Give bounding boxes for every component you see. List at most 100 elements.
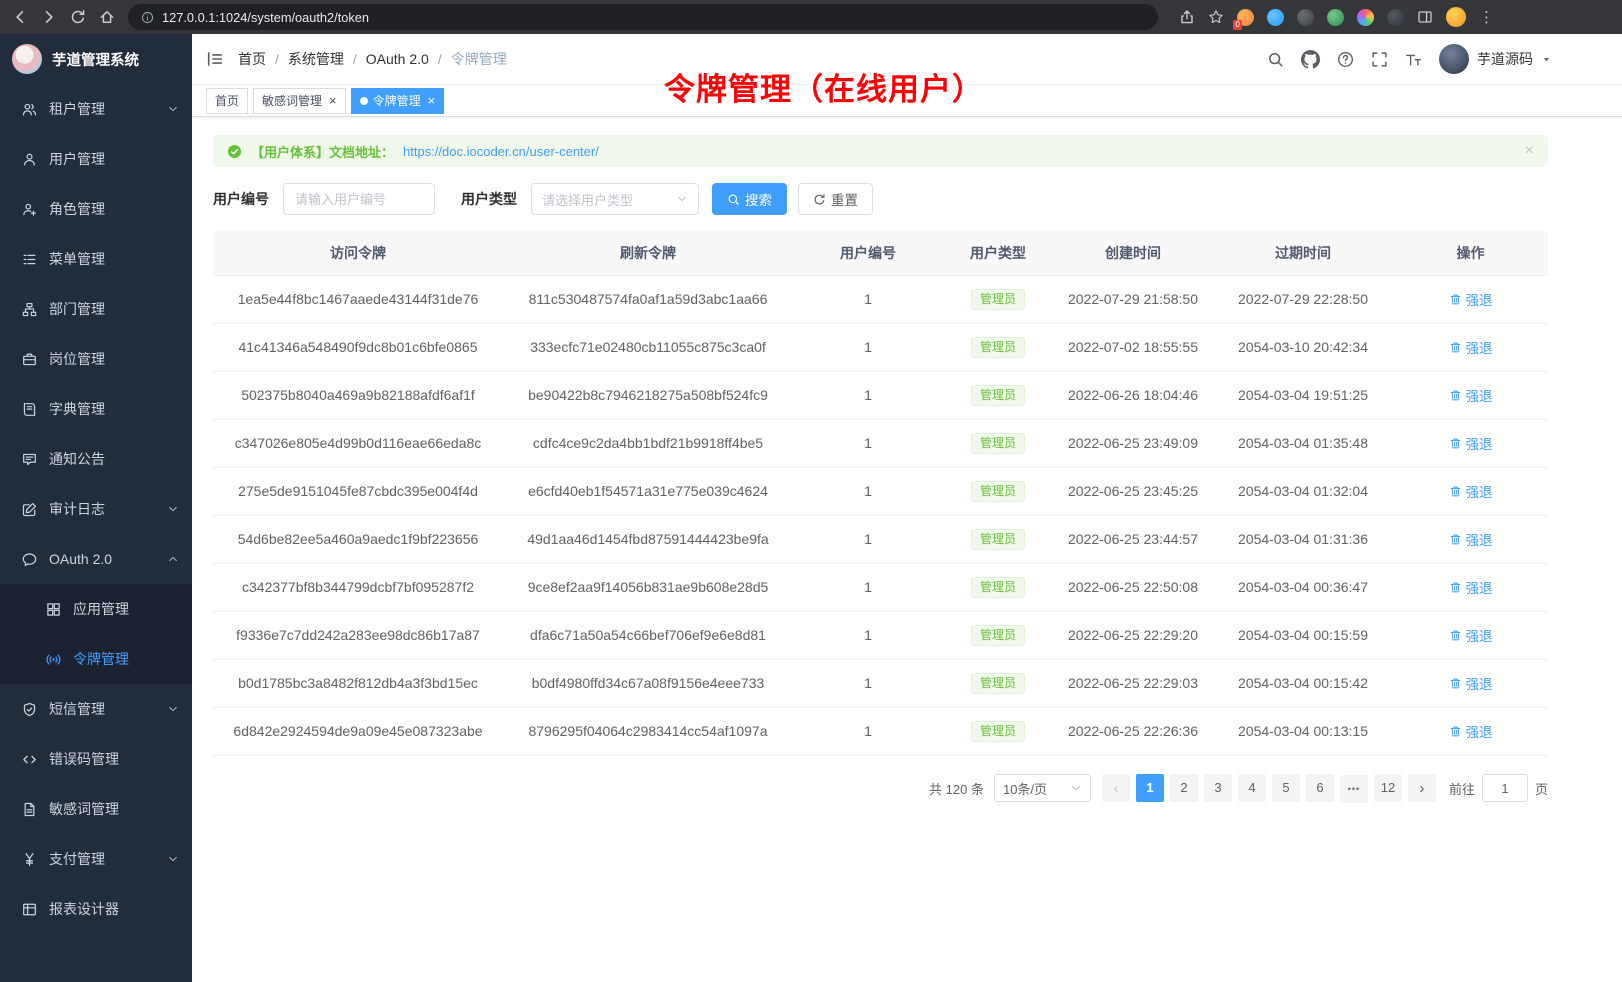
tab-item[interactable]: 首页 (206, 88, 248, 114)
reset-button-label: 重置 (831, 189, 858, 209)
sidebar-item[interactable]: 字典管理 (0, 384, 192, 434)
column-header: 访问令牌 (213, 231, 503, 275)
tab-item[interactable]: 敏感词管理× (253, 88, 346, 114)
sidebar-item[interactable]: 应用管理 (0, 584, 192, 634)
pagination-page[interactable]: 2 (1170, 774, 1198, 802)
browser-back-button[interactable] (12, 9, 28, 25)
close-icon[interactable]: × (428, 94, 436, 107)
breadcrumb-item[interactable]: 系统管理 (288, 49, 344, 69)
goto-page-input[interactable] (1482, 774, 1528, 802)
pagination-page[interactable]: 5 (1272, 774, 1300, 802)
force-logout-button[interactable]: 强退 (1449, 721, 1493, 741)
sidebar-item[interactable]: 岗位管理 (0, 334, 192, 384)
chevron-down-icon (1541, 54, 1552, 65)
access-token-cell: 1ea5e44f8bc1467aaede43144f31de76 (213, 275, 503, 323)
sidebar-item-label: 敏感词管理 (49, 799, 119, 819)
search-button[interactable]: 搜索 (712, 183, 787, 215)
user-id-input[interactable] (283, 183, 435, 215)
delete-icon (1449, 533, 1462, 546)
page-content: 【用户体系】文档地址： https://doc.iocoder.cn/user-… (192, 117, 1622, 982)
sidebar-item[interactable]: OAuth 2.0 (0, 534, 192, 584)
chevron-up-icon (167, 553, 179, 565)
user-menu[interactable]: 芋道源码 (1439, 44, 1552, 74)
close-icon[interactable]: × (1525, 143, 1534, 159)
browser-reload-button[interactable] (70, 9, 86, 25)
extension-icon[interactable] (1327, 9, 1344, 26)
force-logout-button[interactable]: 强退 (1449, 433, 1493, 453)
extension-icon[interactable] (1387, 9, 1404, 26)
extension-icon[interactable] (1357, 9, 1374, 26)
share-icon[interactable] (1179, 9, 1195, 25)
pagination-page[interactable]: 6 (1306, 774, 1334, 802)
sidebar-item[interactable]: 支付管理 (0, 834, 192, 884)
forward-icon (41, 9, 57, 25)
pagination-page[interactable]: 1 (1136, 774, 1164, 802)
bookmark-star-icon[interactable] (1208, 9, 1224, 25)
doc-link[interactable]: https://doc.iocoder.cn/user-center/ (403, 144, 599, 159)
sidebar-item[interactable]: 菜单管理 (0, 234, 192, 284)
browser-forward-button[interactable] (41, 9, 57, 25)
pagination-next-button[interactable]: › (1408, 774, 1436, 802)
delete-icon (1449, 581, 1462, 594)
sidebar-item[interactable]: 租户管理 (0, 84, 192, 134)
refresh-token-cell: dfa6c71a50a54c66bef706ef9e6e8d81 (503, 611, 793, 659)
user-type-select[interactable]: 请选择用户类型 (531, 183, 699, 215)
sidebar-toggle-icon[interactable] (206, 50, 224, 68)
sidebar-item[interactable]: 部门管理 (0, 284, 192, 334)
sidebar-item[interactable]: 错误码管理 (0, 734, 192, 784)
force-logout-label: 强退 (1466, 673, 1493, 693)
sidebar-item[interactable]: 通知公告 (0, 434, 192, 484)
close-icon[interactable]: × (329, 94, 337, 107)
browser-menu-icon[interactable]: ⋮ (1479, 8, 1494, 26)
pagination-page[interactable]: 4 (1238, 774, 1266, 802)
sidebar-item-label: 报表设计器 (49, 899, 119, 919)
force-logout-button[interactable]: 强退 (1449, 481, 1493, 501)
sidebar-item[interactable]: 报表设计器 (0, 884, 192, 934)
fullscreen-icon[interactable] (1371, 51, 1388, 68)
breadcrumb-item[interactable]: 首页 (238, 49, 266, 69)
extension-icon[interactable]: 0 (1237, 9, 1254, 26)
force-logout-button[interactable]: 强退 (1449, 625, 1493, 645)
create-time-cell: 2022-07-02 18:55:55 (1053, 323, 1213, 371)
pagination-ellipsis[interactable]: ••• (1340, 775, 1368, 803)
help-icon[interactable] (1337, 51, 1354, 68)
font-size-icon[interactable] (1405, 51, 1422, 68)
tab-label: 令牌管理 (373, 92, 421, 109)
browser-home-button[interactable] (99, 9, 115, 25)
force-logout-button[interactable]: 强退 (1449, 289, 1493, 309)
tab-item[interactable]: 令牌管理 × (351, 88, 445, 114)
pagination-prev-button[interactable]: ‹ (1102, 774, 1130, 802)
sidebar-item-label: 岗位管理 (49, 349, 105, 369)
sidebar-item[interactable]: 令牌管理 (0, 634, 192, 684)
breadcrumb-item[interactable]: OAuth 2.0 (366, 51, 429, 67)
sidebar-item[interactable]: 角色管理 (0, 184, 192, 234)
pagination-page[interactable]: 3 (1204, 774, 1232, 802)
sidebar-item[interactable]: 短信管理 (0, 684, 192, 734)
browser-profile-avatar[interactable] (1446, 7, 1466, 27)
filter-form: 用户编号 用户类型 请选择用户类型 搜索 重置 (213, 183, 1548, 215)
access-token-cell: 54d6be82ee5a460a9aedc1f9bf223656 (213, 515, 503, 563)
site-info-icon[interactable] (141, 11, 154, 24)
search-icon[interactable] (1267, 51, 1284, 68)
force-logout-button[interactable]: 强退 (1449, 385, 1493, 405)
force-logout-button[interactable]: 强退 (1449, 529, 1493, 549)
page-size-select[interactable]: 10条/页 (994, 774, 1091, 802)
force-logout-button[interactable]: 强退 (1449, 577, 1493, 597)
force-logout-button[interactable]: 强退 (1449, 337, 1493, 357)
sidebar-item[interactable]: 用户管理 (0, 134, 192, 184)
reset-button[interactable]: 重置 (798, 183, 873, 215)
sidebar-item[interactable]: 敏感词管理 (0, 784, 192, 834)
sidebar-item[interactable]: 审计日志 (0, 484, 192, 534)
refresh-token-cell: 333ecfc71e02480cb11055c875c3ca0f (503, 323, 793, 371)
side-panel-icon[interactable] (1417, 9, 1433, 25)
force-logout-label: 强退 (1466, 721, 1493, 741)
pagination-page[interactable]: 12 (1374, 774, 1402, 802)
force-logout-button[interactable]: 强退 (1449, 673, 1493, 693)
app-logo[interactable]: 芋道管理系统 (0, 34, 192, 84)
extension-icon[interactable] (1297, 9, 1314, 26)
extension-icon[interactable] (1267, 9, 1284, 26)
refresh-token-cell: e6cfd40eb1f54571a31e775e039c4624 (503, 467, 793, 515)
address-bar[interactable]: 127.0.0.1:1024/system/oauth2/token (128, 4, 1158, 30)
github-icon[interactable] (1301, 50, 1320, 69)
action-cell: 强退 (1393, 515, 1548, 563)
